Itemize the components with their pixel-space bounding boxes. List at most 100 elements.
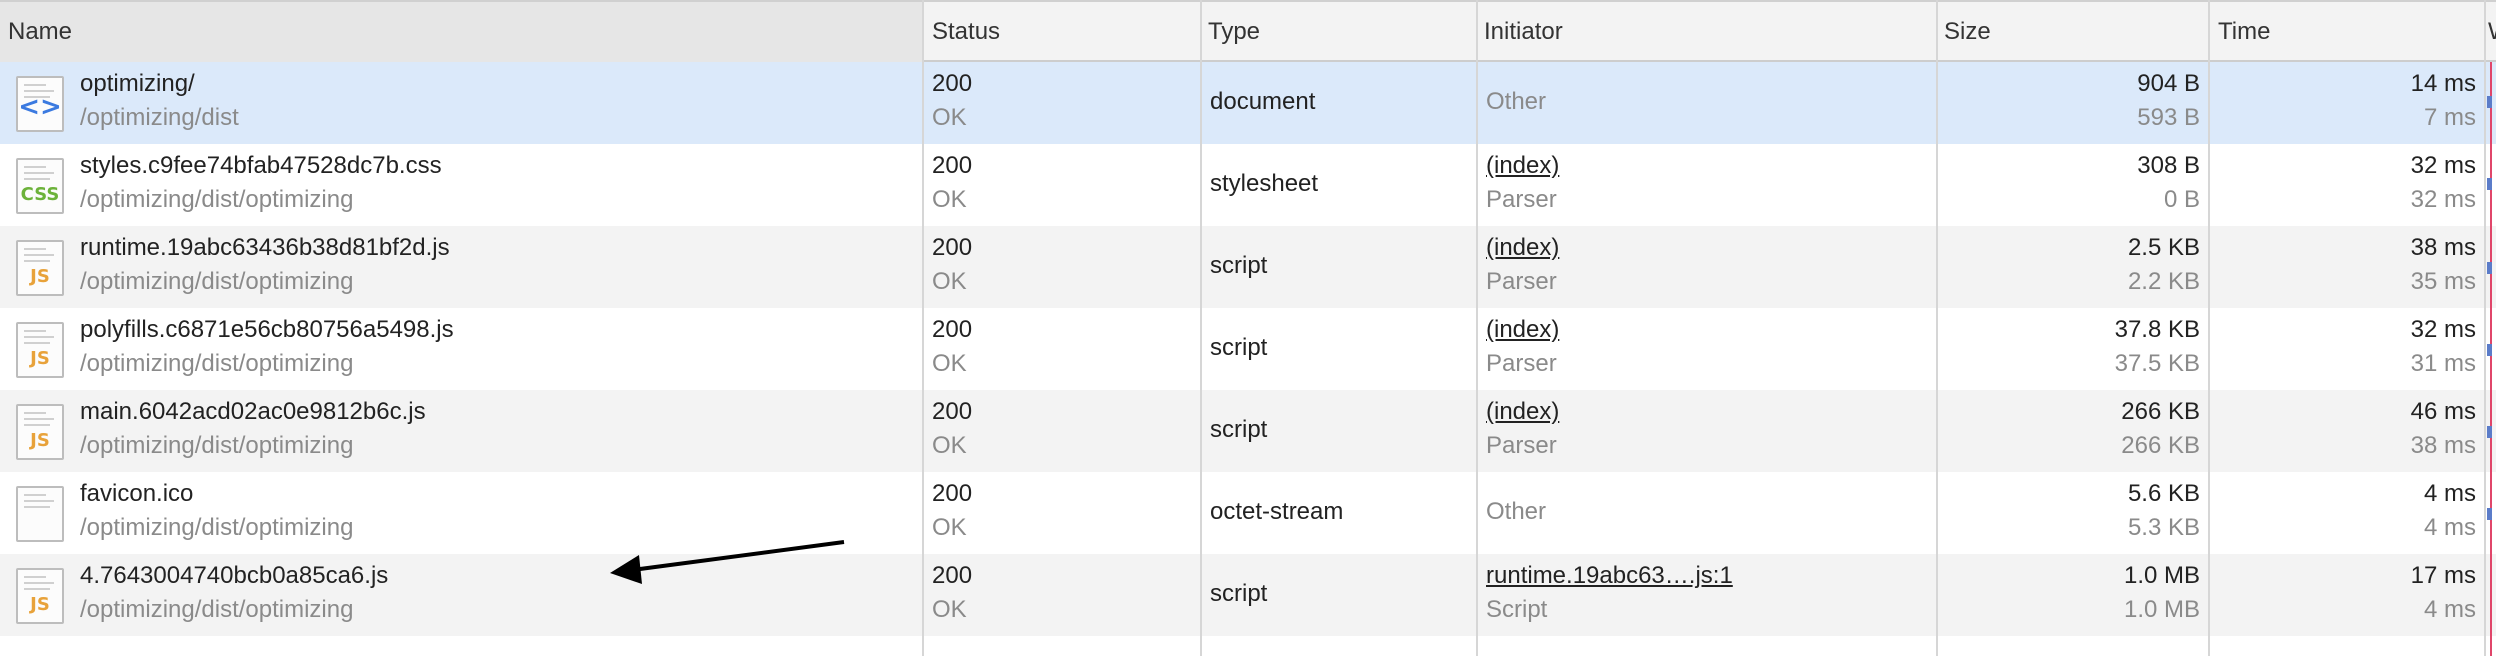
initiator-link[interactable]: runtime.19abc63….js:1 bbox=[1486, 562, 1733, 590]
latency-time: 38 ms bbox=[2410, 432, 2476, 459]
time-cell: 32 ms 31 ms bbox=[2210, 308, 2484, 390]
status-code: 200 bbox=[932, 316, 973, 343]
status-code: 200 bbox=[932, 398, 973, 425]
resource-type: document bbox=[1210, 88, 1316, 115]
total-time: 32 ms bbox=[2410, 316, 2476, 343]
type-cell: script bbox=[1202, 390, 1476, 472]
column-header-name[interactable]: Name bbox=[0, 2, 922, 62]
total-time: 17 ms bbox=[2410, 562, 2476, 589]
total-time: 38 ms bbox=[2410, 234, 2476, 261]
name-cell[interactable]: <> optimizing/ /optimizing/dist bbox=[0, 62, 922, 144]
column-divider[interactable] bbox=[1200, 0, 1202, 656]
resource-size: 266 KB bbox=[2121, 432, 2200, 459]
js-file-icon: JS bbox=[16, 404, 64, 460]
name-cell[interactable]: JS polyfills.c6871e56cb80756a5498.js /op… bbox=[0, 308, 922, 390]
column-divider[interactable] bbox=[2484, 0, 2486, 656]
waterfall-bar bbox=[2487, 426, 2492, 438]
initiator-cell: runtime.19abc63….js:1 Script bbox=[1478, 554, 1936, 636]
html-document-icon: <> bbox=[16, 76, 64, 132]
request-file-name: favicon.ico bbox=[80, 480, 194, 507]
initiator-cell: (index) Parser bbox=[1478, 226, 1936, 308]
status-cell: 200 OK bbox=[924, 62, 1200, 144]
resource-type: script bbox=[1210, 334, 1268, 361]
resource-type: octet-stream bbox=[1210, 498, 1344, 525]
request-row[interactable]: JS 4.7643004740bcb0a85ca6.js /optimizing… bbox=[0, 554, 2496, 636]
request-file-name: optimizing/ bbox=[80, 70, 195, 97]
name-cell[interactable]: favicon.ico /optimizing/dist/optimizing bbox=[0, 472, 922, 554]
waterfall-bar bbox=[2487, 178, 2492, 190]
request-path: /optimizing/dist/optimizing bbox=[80, 432, 354, 459]
waterfall-bar bbox=[2487, 508, 2492, 520]
js-file-icon: JS bbox=[16, 568, 64, 624]
css-file-icon: CSS bbox=[16, 158, 64, 214]
size-cell: 2.5 KB 2.2 KB bbox=[1938, 226, 2208, 308]
status-code: 200 bbox=[932, 70, 973, 97]
resource-type: script bbox=[1210, 416, 1268, 443]
latency-time: 4 ms bbox=[2423, 514, 2476, 541]
time-cell: 4 ms 4 ms bbox=[2210, 472, 2484, 554]
waterfall-bar bbox=[2487, 96, 2492, 108]
column-header-waterfall[interactable]: W bbox=[2486, 2, 2496, 62]
initiator-cell: (index) Parser bbox=[1478, 390, 1936, 472]
initiator-link[interactable]: (index) bbox=[1486, 398, 1559, 426]
column-header-initiator[interactable]: Initiator bbox=[1476, 2, 1936, 62]
request-file-name: 4.7643004740bcb0a85ca6.js bbox=[80, 562, 389, 589]
type-cell: script bbox=[1202, 226, 1476, 308]
initiator-cause: Parser bbox=[1486, 432, 1557, 459]
resource-size: 1.0 MB bbox=[2123, 596, 2200, 623]
column-header-size[interactable]: Size bbox=[1936, 2, 2210, 62]
time-cell: 17 ms 4 ms bbox=[2210, 554, 2484, 636]
latency-time: 7 ms bbox=[2423, 104, 2476, 131]
type-cell: stylesheet bbox=[1202, 144, 1476, 226]
size-cell: 904 B 593 B bbox=[1938, 62, 2208, 144]
column-header-time[interactable]: Time bbox=[2210, 2, 2486, 62]
time-cell: 46 ms 38 ms bbox=[2210, 390, 2484, 472]
initiator-link[interactable]: (index) bbox=[1486, 152, 1559, 180]
status-code: 200 bbox=[932, 562, 973, 589]
status-cell: 200 OK bbox=[924, 554, 1200, 636]
status-cell: 200 OK bbox=[924, 472, 1200, 554]
total-time: 32 ms bbox=[2410, 152, 2476, 179]
size-cell: 37.8 KB 37.5 KB bbox=[1938, 308, 2208, 390]
initiator-cause: Other bbox=[1486, 498, 1547, 525]
resource-size: 2.2 KB bbox=[2127, 268, 2200, 295]
initiator-cell: Other bbox=[1478, 472, 1936, 554]
name-cell[interactable]: CSS styles.c9fee74bfab47528dc7b.css /opt… bbox=[0, 144, 922, 226]
request-row[interactable]: JS main.6042acd02ac0e9812b6c.js /optimiz… bbox=[0, 390, 2496, 472]
request-row[interactable]: <> optimizing/ /optimizing/dist 200 OK d… bbox=[0, 62, 2496, 144]
request-row[interactable]: JS polyfills.c6871e56cb80756a5498.js /op… bbox=[0, 308, 2496, 390]
status-text: OK bbox=[932, 104, 967, 131]
name-cell[interactable]: JS 4.7643004740bcb0a85ca6.js /optimizing… bbox=[0, 554, 922, 636]
column-divider[interactable] bbox=[1476, 0, 1478, 656]
time-cell: 38 ms 35 ms bbox=[2210, 226, 2484, 308]
initiator-link[interactable]: (index) bbox=[1486, 234, 1559, 262]
initiator-cause: Parser bbox=[1486, 350, 1557, 377]
status-text: OK bbox=[932, 350, 967, 377]
blank-file-icon bbox=[16, 486, 64, 542]
name-cell[interactable]: JS main.6042acd02ac0e9812b6c.js /optimiz… bbox=[0, 390, 922, 472]
column-divider[interactable] bbox=[1936, 0, 1938, 656]
status-cell: 200 OK bbox=[924, 390, 1200, 472]
column-divider[interactable] bbox=[922, 0, 924, 656]
status-cell: 200 OK bbox=[924, 308, 1200, 390]
latency-time: 35 ms bbox=[2410, 268, 2476, 295]
status-text: OK bbox=[932, 268, 967, 295]
initiator-link[interactable]: (index) bbox=[1486, 316, 1559, 344]
request-row[interactable]: JS runtime.19abc63436b38d81bf2d.js /opti… bbox=[0, 226, 2496, 308]
size-cell: 308 B 0 B bbox=[1938, 144, 2208, 226]
network-panel: Name Status Type Initiator Size Time W <… bbox=[0, 0, 2496, 656]
column-header-type[interactable]: Type bbox=[1200, 2, 1476, 62]
request-row[interactable]: favicon.ico /optimizing/dist/optimizing … bbox=[0, 472, 2496, 554]
size-cell: 5.6 KB 5.3 KB bbox=[1938, 472, 2208, 554]
initiator-cell: (index) Parser bbox=[1478, 144, 1936, 226]
column-header-status[interactable]: Status bbox=[924, 2, 1200, 62]
column-divider[interactable] bbox=[2208, 0, 2210, 656]
name-cell[interactable]: JS runtime.19abc63436b38d81bf2d.js /opti… bbox=[0, 226, 922, 308]
resource-size: 0 B bbox=[2163, 186, 2200, 213]
request-path: /optimizing/dist/optimizing bbox=[80, 596, 354, 623]
status-code: 200 bbox=[932, 152, 973, 179]
request-row[interactable]: CSS styles.c9fee74bfab47528dc7b.css /opt… bbox=[0, 144, 2496, 226]
js-file-icon-label: JS bbox=[30, 430, 50, 451]
js-file-icon: JS bbox=[16, 322, 64, 378]
type-cell: script bbox=[1202, 308, 1476, 390]
